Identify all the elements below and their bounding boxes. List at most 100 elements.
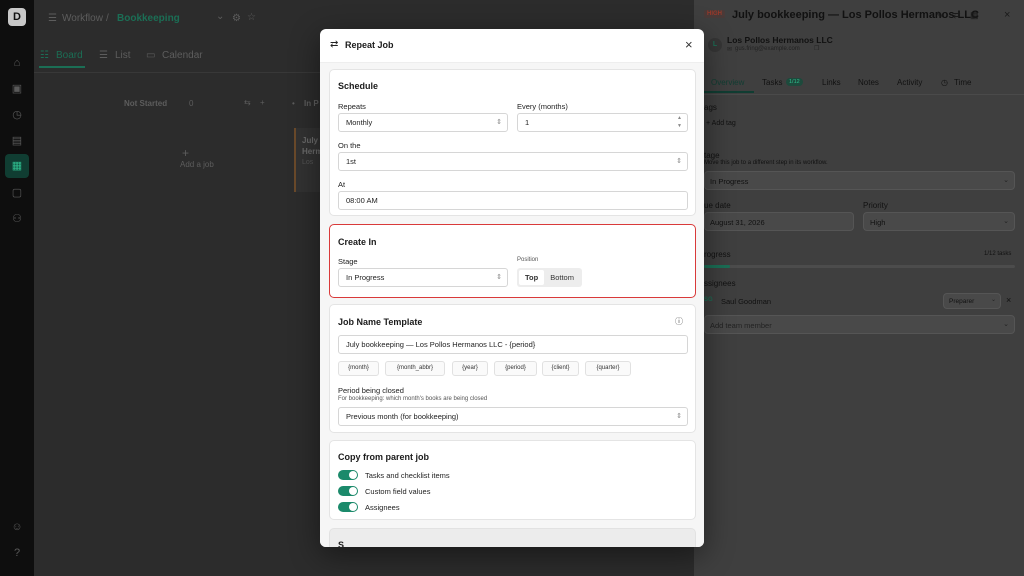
info-icon[interactable]: ⓘ [675, 316, 683, 327]
calendar-icon: ▭ [146, 50, 156, 61]
team-icon[interactable]: ⚇ [10, 212, 24, 226]
breadcrumb-root[interactable]: Workflow [62, 13, 103, 24]
client-name[interactable]: Los Pollos Hermanos LLC [727, 35, 833, 45]
tab-overview-underline [704, 91, 754, 93]
repeat-job-modal: ⇄ Repeat Job × Schedule Repeats Monthly … [320, 29, 704, 547]
close-icon[interactable]: × [1004, 9, 1010, 21]
add-tag-button[interactable]: + Add tag [706, 120, 736, 127]
priority-select[interactable]: High ⌄ [863, 212, 1015, 231]
tab-overview[interactable]: Overview [711, 78, 744, 87]
workflow-icon[interactable]: ▦ [5, 154, 29, 178]
copy-icon[interactable]: ❐ [814, 45, 819, 52]
tab-links[interactable]: Links [822, 78, 841, 87]
time-input[interactable]: 08:00 AM [338, 191, 688, 210]
stage-select[interactable]: In Progress ⌄ [704, 171, 1015, 190]
tab-board-underline [39, 66, 85, 68]
create-in-title: Create In [338, 237, 377, 247]
files-icon[interactable]: ▢ [10, 186, 24, 200]
at-label: At [338, 180, 346, 189]
close-icon[interactable]: × [685, 37, 693, 52]
copy-title: Copy from parent job [338, 452, 430, 462]
token-quarter-chip[interactable]: {quarter} [585, 361, 631, 376]
mail-icon: ✉ [727, 47, 733, 53]
modal-header: ⇄ Repeat Job × [320, 29, 704, 63]
edit-icon[interactable]: ✎ [936, 10, 944, 21]
position-top-button[interactable]: Top [519, 270, 545, 285]
schedule-section: Schedule Repeats Monthly ⇕ Every (months… [329, 69, 696, 216]
period-value: Previous month (for bookkeeping) [346, 412, 459, 421]
position-toggle: Top Bottom [517, 268, 582, 287]
repeat-icon[interactable]: ⇄ [953, 10, 961, 21]
tab-calendar[interactable]: Calendar [162, 50, 203, 61]
star-icon[interactable]: ☆ [247, 12, 256, 23]
assignees-label: ssignees [704, 279, 736, 288]
settings-icon[interactable]: ⚙ [232, 13, 241, 24]
create-in-section: Create In Stage In Progress ⇕ Position T… [329, 224, 696, 298]
copy-custom-fields-toggle[interactable] [338, 486, 358, 496]
client-avatar: L [708, 38, 722, 52]
calendar-icon[interactable]: ▦ [970, 10, 979, 21]
stage-label: Stage [338, 257, 358, 266]
job-name-template-section: Job Name Template ⓘ July bookkeeping — L… [329, 304, 696, 433]
tab-board[interactable]: Board [56, 50, 83, 61]
position-bottom-button[interactable]: Bottom [544, 270, 580, 285]
copy-assignees-label: Assignees [365, 503, 400, 512]
tab-activity[interactable]: Activity [897, 78, 922, 87]
stage-select[interactable]: In Progress ⇕ [338, 268, 508, 287]
document-icon[interactable]: ▤ [10, 134, 24, 148]
assignee-avatar: SG [704, 297, 713, 303]
copy-tasks-toggle[interactable] [338, 470, 358, 480]
token-month-chip[interactable]: {month} [338, 361, 379, 376]
copy-from-parent-section: Copy from parent job Tasks and checklist… [329, 440, 696, 520]
tab-tasks[interactable]: Tasks [762, 78, 782, 87]
chevron-down-icon[interactable]: ⌄ [216, 11, 224, 22]
add-job-button[interactable]: Add a job [180, 160, 214, 169]
remove-assignee-icon[interactable]: × [1006, 295, 1011, 305]
add-icon[interactable]: + [260, 98, 265, 107]
clock-icon[interactable]: ◷ [10, 108, 24, 122]
token-year-chip[interactable]: {year} [452, 361, 488, 376]
home-icon[interactable]: ⌂ [10, 56, 24, 70]
repeats-select[interactable]: Monthly ⇕ [338, 113, 508, 132]
column-title: In P [304, 99, 319, 108]
every-months-input[interactable]: 1 ▲ ▼ [517, 113, 688, 132]
collapse-icon[interactable]: ⇆ [244, 98, 251, 107]
stage-label: tage [704, 151, 720, 160]
app-logo[interactable]: D [8, 8, 26, 26]
add-member-select[interactable]: Add team member ⌄ [704, 315, 1015, 334]
token-client-chip[interactable]: {client} [542, 361, 579, 376]
token-month-abbr-chip[interactable]: {month_abbr} [385, 361, 445, 376]
help-icon[interactable]: ? [10, 546, 24, 560]
select-arrows-icon: ⇕ [496, 119, 502, 126]
chevron-down-icon: ⌄ [1003, 218, 1009, 225]
job-card[interactable]: July Herm Los [294, 128, 322, 192]
stepper-icon[interactable]: ▲ ▼ [677, 114, 682, 130]
select-arrows-icon: ⇕ [676, 413, 682, 420]
token-period-chip[interactable]: {period} [494, 361, 537, 376]
user-icon[interactable]: ☺ [10, 520, 24, 534]
tab-list[interactable]: List [115, 50, 131, 61]
job-card-client: Los [302, 159, 314, 166]
clients-icon[interactable]: ▣ [10, 82, 24, 96]
breadcrumb-current[interactable]: Bookkeeping [117, 13, 180, 24]
plus-icon: + [182, 146, 190, 160]
assignee-role-select[interactable]: Preparer ⌄ [943, 293, 1001, 309]
priority-badge: HIGH [704, 10, 725, 18]
column-dot-icon: • [292, 99, 295, 108]
assignee-name: Saul Goodman [721, 297, 772, 306]
clock-icon: ◷ [941, 78, 948, 87]
template-input[interactable]: July bookkeeping — Los Pollos Hermanos L… [338, 335, 688, 354]
column-count: 0 [189, 99, 194, 108]
tab-notes[interactable]: Notes [858, 78, 879, 87]
progress-track [704, 265, 1015, 268]
due-date-field[interactable]: August 31, 2026 [704, 212, 854, 231]
period-label: Period being closed [338, 386, 404, 395]
copy-assignees-toggle[interactable] [338, 502, 358, 512]
progress-label: rogress [704, 250, 731, 259]
tab-time[interactable]: Time [954, 78, 971, 87]
period-select[interactable]: Previous month (for bookkeeping) ⇕ [338, 407, 688, 426]
copy-tasks-label: Tasks and checklist items [365, 471, 450, 480]
menu-icon[interactable]: ☰ [48, 13, 57, 24]
client-email[interactable]: gus.fring@example.com [735, 46, 800, 52]
on-the-select[interactable]: 1st ⇕ [338, 152, 688, 171]
